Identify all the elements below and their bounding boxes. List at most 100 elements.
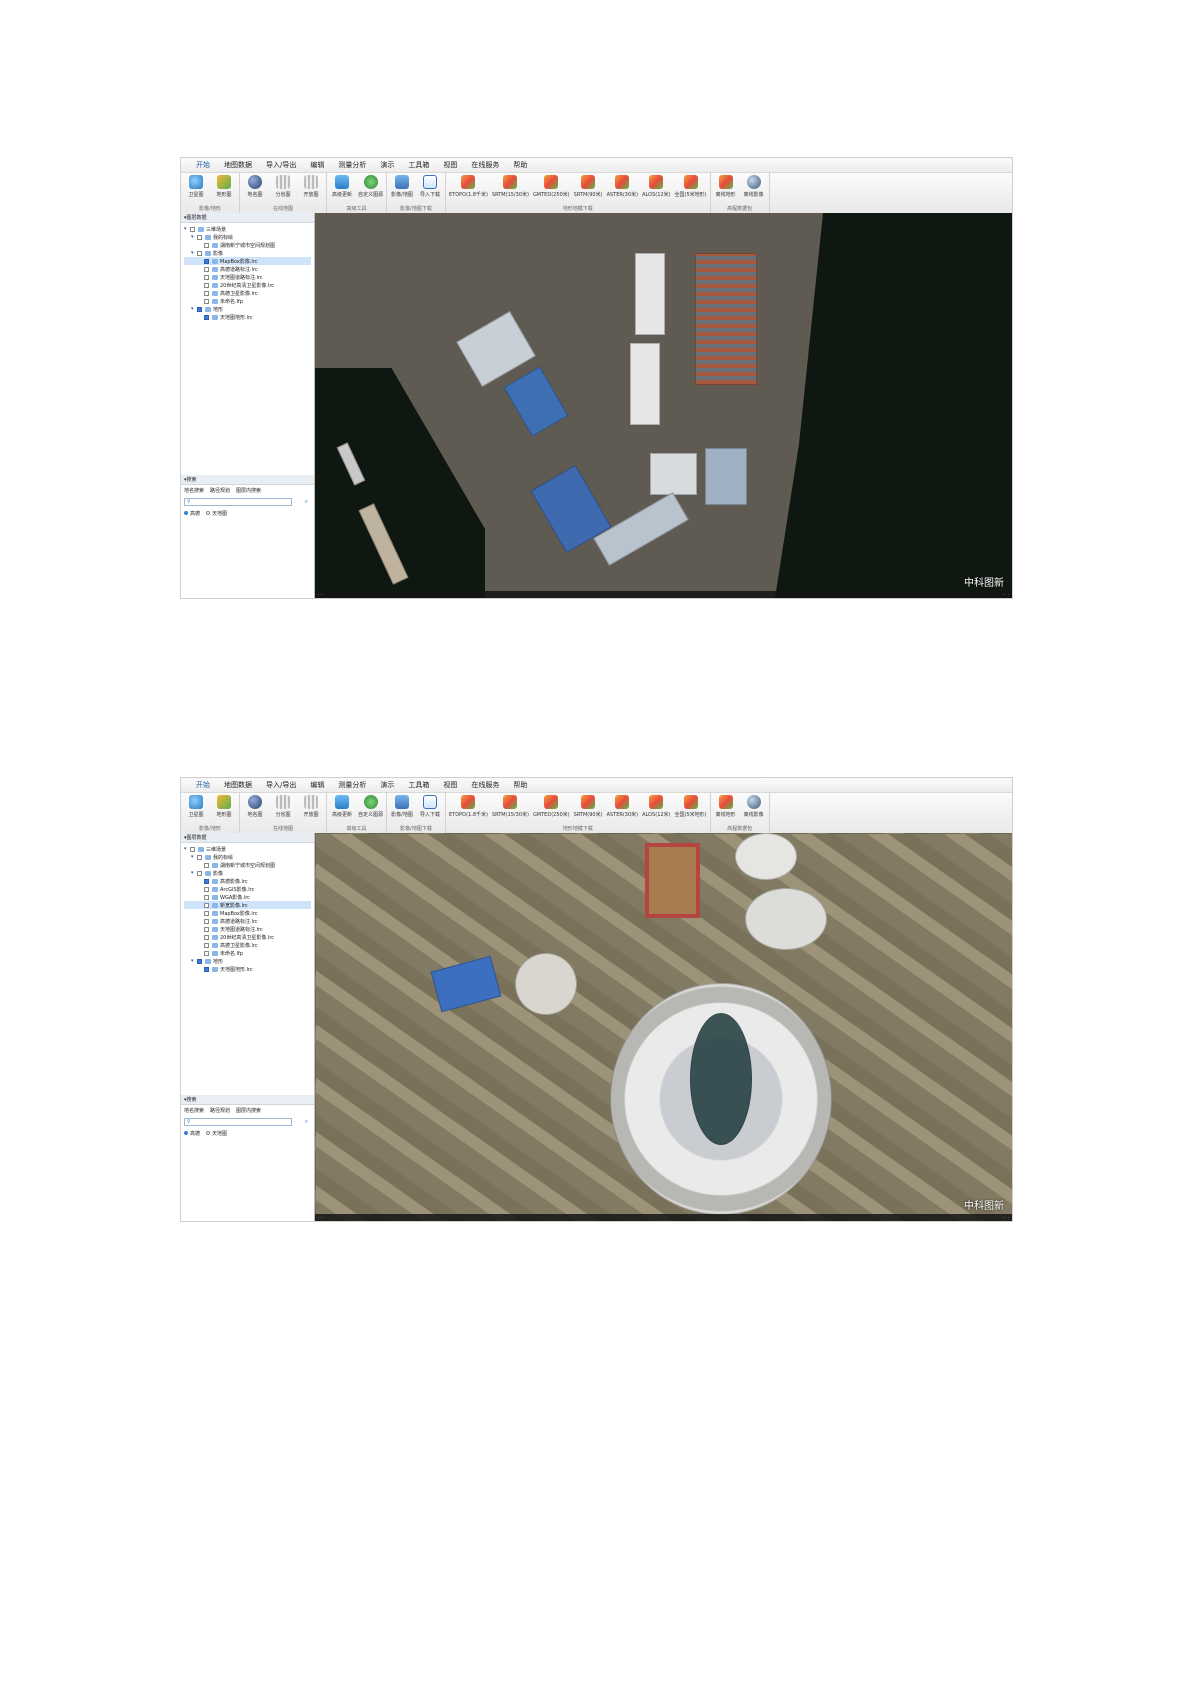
layer-tree-item[interactable]: ▾ 三维场景 bbox=[184, 845, 311, 853]
satellite-button[interactable]: 卫星图 bbox=[183, 175, 209, 198]
layer-checkbox[interactable] bbox=[197, 958, 202, 964]
layer-tree-item[interactable]: 湖南新宁城市空间规划图 bbox=[184, 241, 311, 249]
open-map-button[interactable]: 开放图 bbox=[298, 175, 324, 198]
province-map-button[interactable]: 分省图 bbox=[270, 175, 296, 198]
layer-checkbox[interactable] bbox=[204, 886, 209, 892]
dem-download-button[interactable]: ASTER(30米) bbox=[606, 795, 640, 818]
layer-tree-item[interactable]: 高德卫星影像.lrc bbox=[184, 941, 311, 949]
layer-checkbox[interactable] bbox=[197, 854, 202, 860]
layer-tree-item[interactable]: ▾ 三维场景 bbox=[184, 225, 311, 233]
dem-download-button[interactable]: SRTM(90米) bbox=[573, 795, 604, 818]
dem-download-button[interactable]: ETOPO(1.8千米) bbox=[448, 795, 489, 818]
layer-checkbox[interactable] bbox=[204, 314, 209, 320]
menu-item[interactable]: 帮助 bbox=[506, 780, 534, 790]
menu-item[interactable]: 地图数据 bbox=[217, 780, 259, 790]
image-map-download-button[interactable]: 影像/地图 bbox=[389, 795, 415, 818]
layer-checkbox[interactable] bbox=[204, 242, 209, 248]
layer-checkbox[interactable] bbox=[204, 878, 209, 884]
layer-checkbox[interactable] bbox=[197, 234, 202, 240]
tab-layer-search[interactable]: 图层内搜索 bbox=[236, 1107, 261, 1114]
province-map-button[interactable]: 分省图 bbox=[270, 795, 296, 818]
satellite-button[interactable]: 卫星图 bbox=[183, 795, 209, 818]
layer-checkbox[interactable] bbox=[197, 250, 202, 256]
radio-tianditu[interactable]: 天地图 bbox=[206, 1130, 227, 1137]
dem-download-button[interactable]: 全国(5米地形) bbox=[674, 795, 708, 818]
dem-download-button[interactable]: ALOS(12米) bbox=[641, 175, 671, 198]
radio-tianditu[interactable]: 天地图 bbox=[206, 510, 227, 517]
layer-tree-item[interactable]: 天地图地形.lrc bbox=[184, 313, 311, 321]
layer-checkbox[interactable] bbox=[204, 282, 209, 288]
terrain-button[interactable]: 地形图 bbox=[211, 795, 237, 818]
layer-checkbox[interactable] bbox=[204, 862, 209, 868]
layer-tree-item[interactable]: 新宽影像.lrc bbox=[184, 901, 311, 909]
offline-image-button[interactable]: 离线影像 bbox=[741, 175, 767, 198]
menu-item[interactable]: 演示 bbox=[373, 780, 401, 790]
layer-checkbox[interactable] bbox=[204, 274, 209, 280]
layer-checkbox[interactable] bbox=[204, 934, 209, 940]
menu-item[interactable]: 编辑 bbox=[303, 160, 331, 170]
layer-tree-item[interactable]: 未命名.lfp bbox=[184, 949, 311, 957]
layer-checkbox[interactable] bbox=[197, 306, 202, 312]
layer-tree-item[interactable]: ▾ 地形 bbox=[184, 957, 311, 965]
layer-tree-item[interactable]: ArcGIS影像.lrc bbox=[184, 885, 311, 893]
custom-source-button[interactable]: 自定义图源 bbox=[357, 795, 384, 818]
layer-tree-item[interactable]: 20世纪高清卫星影像.lrc bbox=[184, 933, 311, 941]
menu-item[interactable]: 视图 bbox=[436, 160, 464, 170]
offline-image-button[interactable]: 离线影像 bbox=[741, 795, 767, 818]
custom-source-button[interactable]: 自定义图源 bbox=[357, 175, 384, 198]
layer-checkbox[interactable] bbox=[204, 942, 209, 948]
menu-item[interactable]: 视图 bbox=[436, 780, 464, 790]
layer-tree-item[interactable]: 高德影像.lrc bbox=[184, 877, 311, 885]
dem-download-button[interactable]: GMTED(250米) bbox=[532, 795, 571, 818]
image-map-download-button[interactable]: 影像/地图 bbox=[389, 175, 415, 198]
layer-tree-item[interactable]: MapBox影像.lrc bbox=[184, 257, 311, 265]
menu-item[interactable]: 在线服务 bbox=[464, 160, 506, 170]
layer-checkbox[interactable] bbox=[190, 226, 195, 232]
open-map-button[interactable]: 开放图 bbox=[298, 795, 324, 818]
search-input[interactable]: ⚲ bbox=[184, 498, 292, 506]
import-download-button[interactable]: 导入下载 bbox=[417, 795, 443, 818]
place-map-button[interactable]: 地名图 bbox=[242, 175, 268, 198]
layer-tree-item[interactable]: 高德卫星影像.lrc bbox=[184, 289, 311, 297]
map-view[interactable]: 中科图新 · · · · · · bbox=[315, 833, 1012, 1221]
dem-download-button[interactable]: GMTED(250米) bbox=[532, 175, 571, 198]
layer-checkbox[interactable] bbox=[204, 298, 209, 304]
layer-tree-item[interactable]: MapBox影像.lrc bbox=[184, 909, 311, 917]
radio-gaode[interactable]: 高德 bbox=[184, 510, 200, 517]
layer-checkbox[interactable] bbox=[190, 846, 195, 852]
tab-place-search[interactable]: 地名搜索 bbox=[184, 1107, 204, 1114]
menu-item[interactable]: 演示 bbox=[373, 160, 401, 170]
search-input[interactable]: ⚲ bbox=[184, 1118, 292, 1126]
layer-tree-item[interactable]: WGA影像.lrc bbox=[184, 893, 311, 901]
dem-download-button[interactable]: ALOS(12米) bbox=[641, 795, 671, 818]
layer-checkbox[interactable] bbox=[204, 894, 209, 900]
tab-place-search[interactable]: 地名搜索 bbox=[184, 487, 204, 494]
offline-terrain-button[interactable]: 离线地形 bbox=[713, 175, 739, 198]
search-icon[interactable]: ⌕ bbox=[305, 1118, 308, 1126]
layer-tree-item[interactable]: 20世纪高清卫星影像.lrc bbox=[184, 281, 311, 289]
layer-checkbox[interactable] bbox=[204, 902, 209, 908]
layer-checkbox[interactable] bbox=[204, 258, 209, 264]
menu-item[interactable]: 导入/导出 bbox=[259, 780, 303, 790]
menu-item[interactable]: 工具箱 bbox=[401, 780, 436, 790]
search-icon[interactable]: ⌕ bbox=[305, 498, 308, 506]
layer-tree-item[interactable]: 湖南新宁城市空间规划图 bbox=[184, 861, 311, 869]
menu-item[interactable]: 地图数据 bbox=[217, 160, 259, 170]
dem-download-button[interactable]: SRTM(15/30米) bbox=[491, 175, 530, 198]
menu-item[interactable]: 测量分析 bbox=[331, 780, 373, 790]
dem-download-button[interactable]: 全国(5米地形) bbox=[674, 175, 708, 198]
layer-tree-item[interactable]: 高德道路标注.lrc bbox=[184, 917, 311, 925]
layer-tree-item[interactable]: 天地图地形.lrc bbox=[184, 965, 311, 973]
layer-checkbox[interactable] bbox=[197, 870, 202, 876]
layer-checkbox[interactable] bbox=[204, 910, 209, 916]
layer-tree-item[interactable]: 天地图道路标注.lrc bbox=[184, 925, 311, 933]
layer-checkbox[interactable] bbox=[204, 290, 209, 296]
layer-checkbox[interactable] bbox=[204, 966, 209, 972]
layer-tree-item[interactable]: ▾ 影像 bbox=[184, 249, 311, 257]
layer-checkbox[interactable] bbox=[204, 926, 209, 932]
import-download-button[interactable]: 导入下载 bbox=[417, 175, 443, 198]
tab-route-plan[interactable]: 路径规划 bbox=[210, 1107, 230, 1114]
terrain-button[interactable]: 地形图 bbox=[211, 175, 237, 198]
layer-tree-item[interactable]: 未命名.lfp bbox=[184, 297, 311, 305]
map-view[interactable]: 中科图新 · · · · · · bbox=[315, 213, 1012, 598]
